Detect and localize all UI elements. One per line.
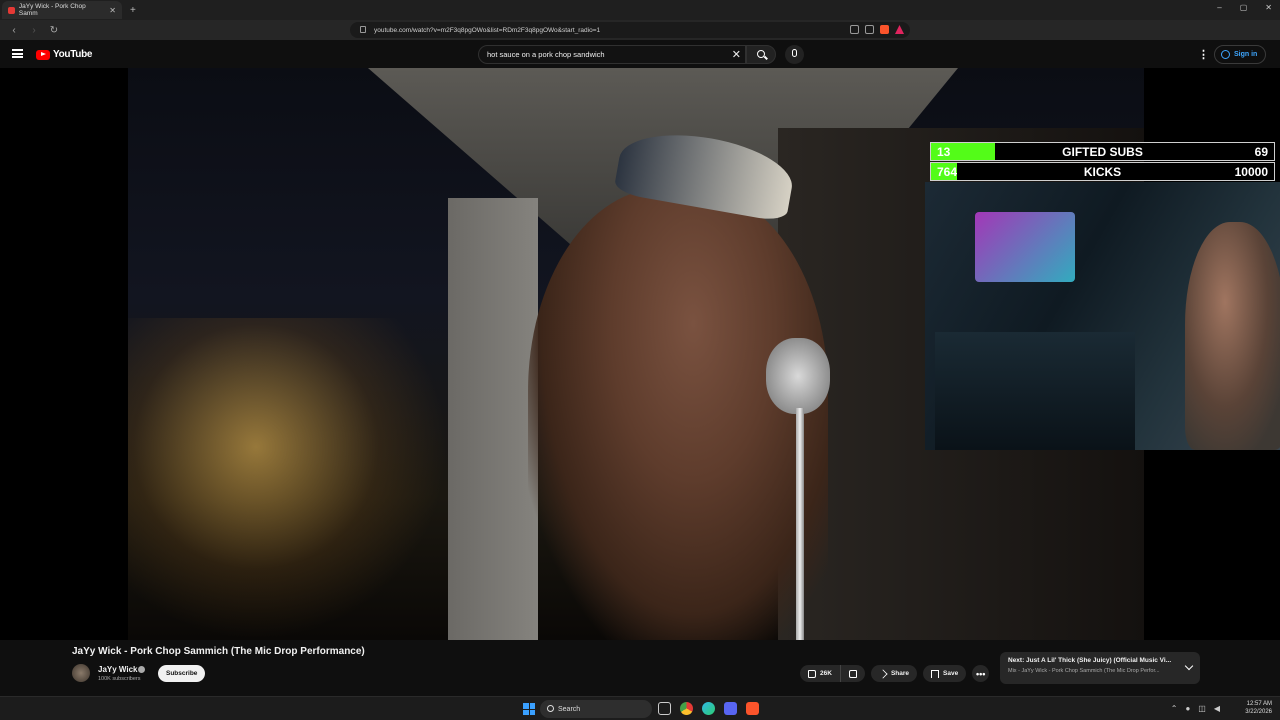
settings-more-icon[interactable]: ⋮ — [1198, 48, 1209, 61]
task-view-icon[interactable] — [658, 702, 671, 715]
save-icon — [931, 669, 940, 678]
site-info-icon[interactable] — [360, 26, 366, 33]
kicks-goal: 764 KICKS 10000 — [930, 162, 1275, 181]
performer-image — [528, 188, 828, 640]
taskbar-search[interactable]: Search — [540, 700, 652, 718]
youtube-logo[interactable]: YouTube — [36, 49, 93, 60]
brave-shields-icon[interactable] — [880, 25, 889, 34]
next-up-title: Next: Just A Lil' Thick (She Juicy) (Off… — [1008, 657, 1172, 664]
share-icon — [878, 668, 888, 679]
system-tray: ⌃ ● ◫ ◀ — [1171, 704, 1220, 713]
goal-target: 10000 — [1234, 165, 1268, 179]
save-button[interactable]: Save — [923, 665, 967, 682]
channel-name[interactable]: JaYy Wick — [98, 665, 138, 674]
streamer-webcam — [925, 182, 1280, 450]
video-actions: 26K Share Save ••• — [800, 665, 990, 682]
verified-icon — [138, 666, 145, 673]
share-label: Share — [890, 670, 910, 677]
account-icon — [1221, 50, 1230, 59]
youtube-favicon-icon — [8, 6, 15, 14]
brave-icon[interactable] — [746, 702, 759, 715]
taskbar-search-label: Search — [558, 705, 581, 713]
like-button[interactable]: 26K — [800, 665, 841, 682]
page-action-icon[interactable] — [850, 25, 859, 34]
youtube-wordmark: YouTube — [53, 49, 93, 60]
clock-date: 3/22/2026 — [1245, 709, 1272, 715]
discord-icon[interactable] — [724, 702, 737, 715]
minimize-button[interactable]: – — [1217, 3, 1221, 12]
tab-close-icon[interactable]: ✕ — [109, 6, 116, 15]
youtube-play-icon — [36, 49, 50, 60]
sign-in-label: Sign in — [1234, 51, 1258, 58]
windows-start-icon[interactable] — [523, 703, 535, 715]
brave-rewards-icon[interactable] — [895, 25, 904, 34]
save-label: Save — [943, 670, 959, 677]
goal-label: GIFTED SUBS — [1062, 145, 1143, 159]
subscribe-button[interactable]: Subscribe — [158, 665, 206, 682]
video-info: JaYy Wick - Pork Chop Sammich (The Mic D… — [0, 640, 1280, 696]
back-icon[interactable]: ‹ — [8, 25, 20, 36]
clock-time: 12:57 AM — [1246, 701, 1272, 707]
streamer-image — [1185, 222, 1280, 450]
browser-toolbar: ‹ › ↻ youtube.com/watch?v=m2F3q8pgOWo&li… — [0, 20, 1280, 53]
microphone-image — [766, 338, 830, 414]
maximize-button[interactable]: ▢ — [1240, 3, 1248, 12]
windows-taskbar: Search ⌃ ● ◫ ◀ 12:57 AM 3/22/2026 — [0, 696, 1280, 720]
search-icon — [757, 50, 765, 58]
chevron-down-icon[interactable] — [1184, 661, 1194, 671]
channel-avatar[interactable] — [72, 664, 90, 682]
gifted-subs-goal: 13 GIFTED SUBS 69 — [930, 142, 1275, 161]
like-dislike-group: 26K — [800, 665, 865, 682]
gaming-pc-image — [975, 212, 1075, 282]
desk-image — [935, 332, 1135, 450]
volume-icon[interactable]: ◀ — [1214, 704, 1220, 713]
new-tab-icon[interactable]: + — [130, 5, 136, 16]
city-skyline-image — [128, 318, 448, 640]
share-button[interactable]: Share — [870, 665, 918, 682]
edge-icon[interactable] — [702, 702, 715, 715]
reload-icon[interactable]: ↻ — [48, 25, 60, 36]
search-query: hot sauce on a pork chop sandwich — [487, 50, 605, 59]
subscriber-count: 100K subscribers — [98, 676, 141, 682]
thumb-down-icon — [848, 669, 857, 678]
search-input[interactable]: hot sauce on a pork chop sandwich ✕ — [478, 45, 746, 64]
stream-goals-overlay: 13 GIFTED SUBS 69 764 KICKS 10000 — [930, 142, 1275, 182]
tray-overflow-icon[interactable]: ⌃ — [1171, 704, 1178, 713]
video-title: JaYy Wick - Pork Chop Sammich (The Mic D… — [72, 646, 365, 657]
goal-target: 69 — [1254, 145, 1268, 159]
chrome-icon[interactable] — [680, 702, 693, 715]
voice-search-button[interactable] — [785, 45, 804, 64]
hamburger-menu-icon[interactable] — [12, 49, 23, 58]
close-window-button[interactable]: ✕ — [1265, 3, 1272, 12]
window-controls: – ▢ ✕ — [1217, 3, 1272, 12]
share-page-icon[interactable] — [865, 25, 874, 34]
address-bar[interactable]: youtube.com/watch?v=m2F3q8pgOWo&list=RDm… — [350, 22, 910, 38]
microphone-icon — [792, 49, 797, 57]
next-up-subtitle: Mix - JaYy Wick - Pork Chop Sammich (The… — [1008, 668, 1160, 674]
browser-tab-bar: JaYy Wick - Pork Chop Samm ✕ + – ▢ ✕ — [0, 0, 1280, 20]
tab-title: JaYy Wick - Pork Chop Samm — [18, 3, 86, 17]
youtube-header: YouTube hot sauce on a pork chop sandwic… — [0, 40, 1280, 68]
search-icon — [547, 705, 554, 712]
next-up-card[interactable]: Next: Just A Lil' Thick (She Juicy) (Off… — [1000, 652, 1200, 684]
goal-label: KICKS — [1083, 165, 1122, 179]
search-button[interactable] — [746, 45, 776, 64]
browser-tab[interactable]: JaYy Wick - Pork Chop Samm ✕ — [2, 1, 122, 19]
like-count: 26K — [820, 670, 832, 677]
more-actions-button[interactable]: ••• — [972, 665, 990, 682]
network-icon[interactable]: ◫ — [1198, 704, 1206, 713]
dislike-button[interactable] — [840, 665, 865, 682]
url-text: youtube.com/watch?v=m2F3q8pgOWo&list=RDm… — [374, 26, 601, 34]
thumb-up-icon — [808, 669, 816, 678]
sign-in-button[interactable]: Sign in — [1214, 45, 1267, 64]
taskbar-clock[interactable]: 12:57 AM 3/22/2026 — [1245, 700, 1272, 716]
forward-icon[interactable]: › — [28, 25, 40, 36]
mic-stand-image — [796, 408, 804, 640]
microphone-icon[interactable]: ● — [1185, 704, 1190, 713]
clear-search-icon[interactable]: ✕ — [732, 48, 741, 61]
balcony-pillar-image — [448, 198, 538, 640]
